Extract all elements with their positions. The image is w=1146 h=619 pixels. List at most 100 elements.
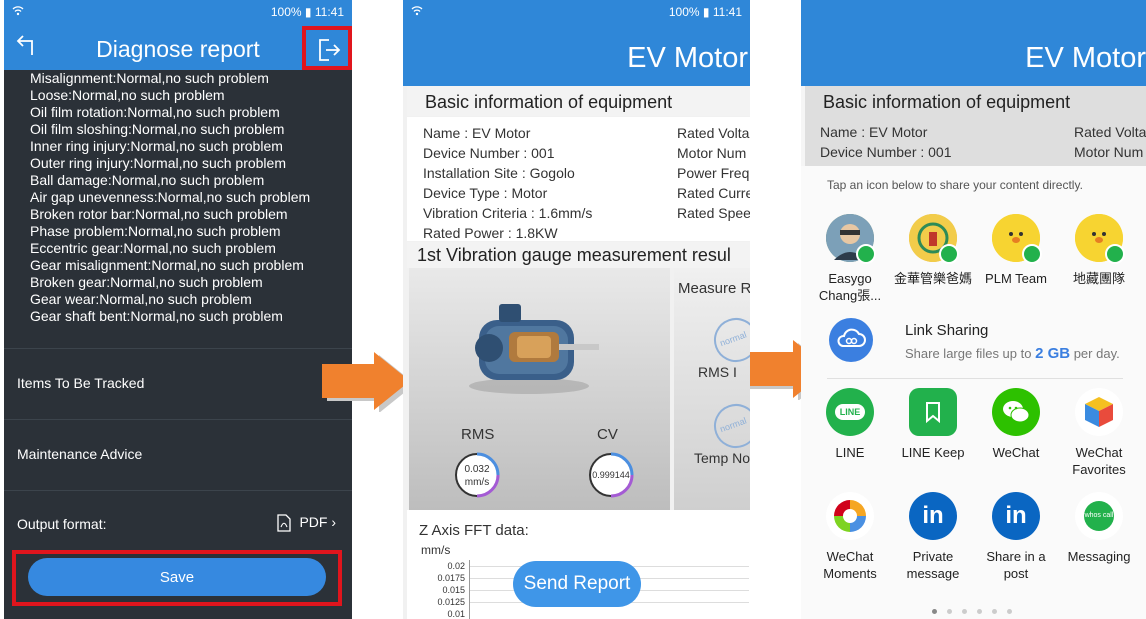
- rms-label: RMS: [461, 426, 495, 443]
- status-right: 100% ▮ 11:41: [270, 5, 344, 19]
- page-dot: [992, 609, 997, 614]
- info-device-number: Device Number : 001: [423, 145, 555, 161]
- share-app-wechat-favorites[interactable]: WeChat Favorites: [1059, 388, 1139, 478]
- export-icon: [319, 39, 341, 61]
- app-header: 100% ▮ 11:41 Diagnose report: [4, 0, 352, 70]
- share-app-linkedin-message[interactable]: in Private message: [893, 492, 973, 582]
- page-indicator: [927, 601, 1017, 619]
- status-bar: 100% ▮ 11:41: [4, 0, 352, 24]
- fft-unit: mm/s: [421, 543, 451, 557]
- link-sharing-size: 2 GB: [1035, 345, 1071, 362]
- problem-item: Phase problem:Normal,no such problem: [30, 223, 281, 239]
- measurement-header: 1st Vibration gauge measurement resul: [407, 242, 750, 268]
- stamp-text: normal: [718, 329, 748, 349]
- status-right: 100% ▮ 11:41: [668, 5, 742, 19]
- share-app-wechat[interactable]: WeChat: [976, 388, 1056, 461]
- items-to-be-tracked-row[interactable]: Items To Be Tracked: [4, 349, 352, 419]
- problem-item: Inner ring injury:Normal,no such problem: [30, 138, 283, 154]
- contact-avatar: [909, 214, 959, 264]
- problem-item: Outer ring injury:Normal,no such problem: [30, 155, 286, 171]
- contact-name: Easygo Chang張...: [818, 271, 882, 303]
- fft-axis: [469, 560, 470, 619]
- page-dot: [1007, 609, 1012, 614]
- basic-info-header: Basic information of equipment: [407, 86, 750, 116]
- cv-value: 0.999144: [592, 470, 630, 480]
- problem-item: Loose:Normal,no such problem: [30, 87, 225, 103]
- info-device-number: Device Number : 001: [820, 144, 952, 160]
- cv-label: CV: [597, 426, 618, 443]
- chevron-right-icon: ›: [331, 514, 336, 530]
- share-sheet-screen: EV Motor Basic information of equipment …: [801, 0, 1146, 619]
- share-app-wechat-moments[interactable]: WeChat Moments: [810, 492, 890, 582]
- linkedin-text: in: [922, 502, 944, 529]
- maintenance-advice-row[interactable]: Maintenance Advice: [4, 420, 352, 490]
- export-button[interactable]: [302, 26, 352, 70]
- problem-item: Broken gear:Normal,no such problem: [30, 274, 263, 290]
- wifi-icon: [12, 5, 24, 19]
- battery-level: 100%: [270, 5, 302, 19]
- fft-y-ticks: 0.02 0.0175 0.015 0.0125 0.01: [411, 560, 465, 619]
- send-report-button[interactable]: Send Report: [513, 561, 641, 607]
- contact-avatar: [1075, 214, 1125, 264]
- share-contact[interactable]: PLM Team: [976, 214, 1056, 287]
- page-title: EV Motor: [1025, 42, 1146, 74]
- line-icon-text: LINE: [834, 404, 866, 420]
- rms-unit: mm/s: [464, 477, 490, 488]
- motor-image: [469, 304, 599, 394]
- problem-item: Gear wear:Normal,no such problem: [30, 291, 252, 307]
- share-hint: Tap an icon below to share your content …: [827, 178, 1083, 192]
- info-vibration-criteria: Vibration Criteria : 1.6mm/s: [423, 205, 593, 221]
- whoscall-icon: whos call: [1075, 492, 1123, 540]
- page-dot: [932, 609, 937, 614]
- share-contact[interactable]: 地藏團隊: [1059, 214, 1139, 287]
- contact-avatar: [826, 214, 876, 264]
- info-name: Name : EV Motor: [820, 124, 928, 140]
- linkedin-icon: in: [909, 492, 957, 540]
- app-label: LINE Keep: [901, 445, 965, 460]
- info-motor-number: Motor Num: [1074, 144, 1144, 160]
- page-title: EV Motor: [627, 42, 748, 74]
- section-title: Basic information of equipment: [425, 92, 673, 112]
- link-sharing-option[interactable]: Link Sharing Share large files up to 2 G…: [801, 306, 1146, 372]
- problem-item: Oil film sloshing:Normal,no such problem: [30, 121, 285, 137]
- problem-list: Misalignment:Normal,no such problem Loos…: [30, 70, 352, 325]
- share-app-linkedin-post[interactable]: in Share in a post: [976, 492, 1056, 582]
- problem-item: Gear shaft bent:Normal,no such problem: [30, 308, 283, 324]
- problem-item: Ball damage:Normal,no such problem: [30, 172, 265, 188]
- rms-status-label: RMS I: [698, 364, 737, 380]
- bookmark-icon: [909, 388, 957, 436]
- save-button[interactable]: Save: [28, 558, 326, 596]
- app-header: EV Motor: [801, 0, 1146, 86]
- app-label: WeChat: [992, 445, 1040, 460]
- divider: [827, 378, 1123, 379]
- linkedin-icon: in: [992, 492, 1040, 540]
- cv-gauge: 0.999144: [587, 451, 635, 499]
- problem-item: Broken rotor bar:Normal,no such problem: [30, 206, 288, 222]
- share-app-messaging[interactable]: whos call Messaging: [1059, 492, 1139, 565]
- normal-stamp-icon: normal: [707, 311, 750, 369]
- temp-status-label: Temp No: [694, 450, 750, 466]
- problem-item: Misalignment:Normal,no such problem: [30, 70, 269, 86]
- app-label: Messaging: [1067, 549, 1131, 564]
- share-sheet: Tap an icon below to share your content …: [801, 166, 1146, 619]
- share-app-line[interactable]: LINE LINE: [810, 388, 890, 461]
- info-motor-number: Motor Num: [677, 145, 747, 161]
- share-app-line-keep[interactable]: LINE Keep: [893, 388, 973, 461]
- status-bar: 100% ▮ 11:41: [403, 0, 750, 24]
- info-rated-voltage: Rated Volta: [677, 125, 750, 141]
- share-contact[interactable]: Easygo Chang張...: [810, 214, 890, 304]
- maintenance-advice-label: Maintenance Advice: [17, 446, 143, 462]
- motor-panel: RMS CV 0.032 mm/s 0.999144: [409, 268, 670, 510]
- app-label: Share in a post: [986, 549, 1046, 581]
- page-dot: [962, 609, 967, 614]
- measure-result-title: Measure R: [678, 280, 750, 297]
- info-rated-voltage: Rated Volta: [1074, 124, 1146, 140]
- section-title: Basic information of equipment: [823, 92, 1071, 112]
- link-sharing-desc-post: per day.: [1070, 346, 1120, 361]
- rms-value: 0.032: [464, 464, 490, 475]
- linkedin-text: in: [1005, 502, 1027, 529]
- line-badge-icon: [939, 244, 959, 264]
- output-format-label: Output format:: [17, 516, 107, 532]
- share-contact[interactable]: 金華管樂爸媽: [893, 214, 973, 287]
- output-format-selector[interactable]: PDF ›: [276, 514, 336, 532]
